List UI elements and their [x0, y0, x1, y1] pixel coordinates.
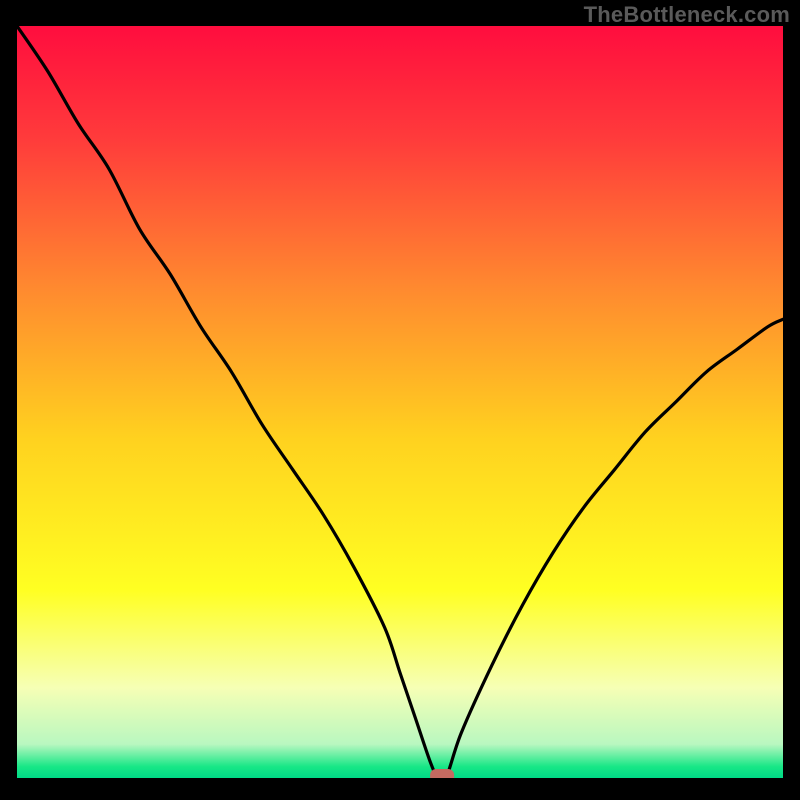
gradient-background [17, 26, 783, 778]
watermark-text: TheBottleneck.com [584, 2, 790, 28]
plot-area [17, 26, 783, 778]
bottleneck-chart [17, 26, 783, 778]
chart-frame: TheBottleneck.com [0, 0, 800, 800]
optimal-marker [430, 769, 454, 778]
